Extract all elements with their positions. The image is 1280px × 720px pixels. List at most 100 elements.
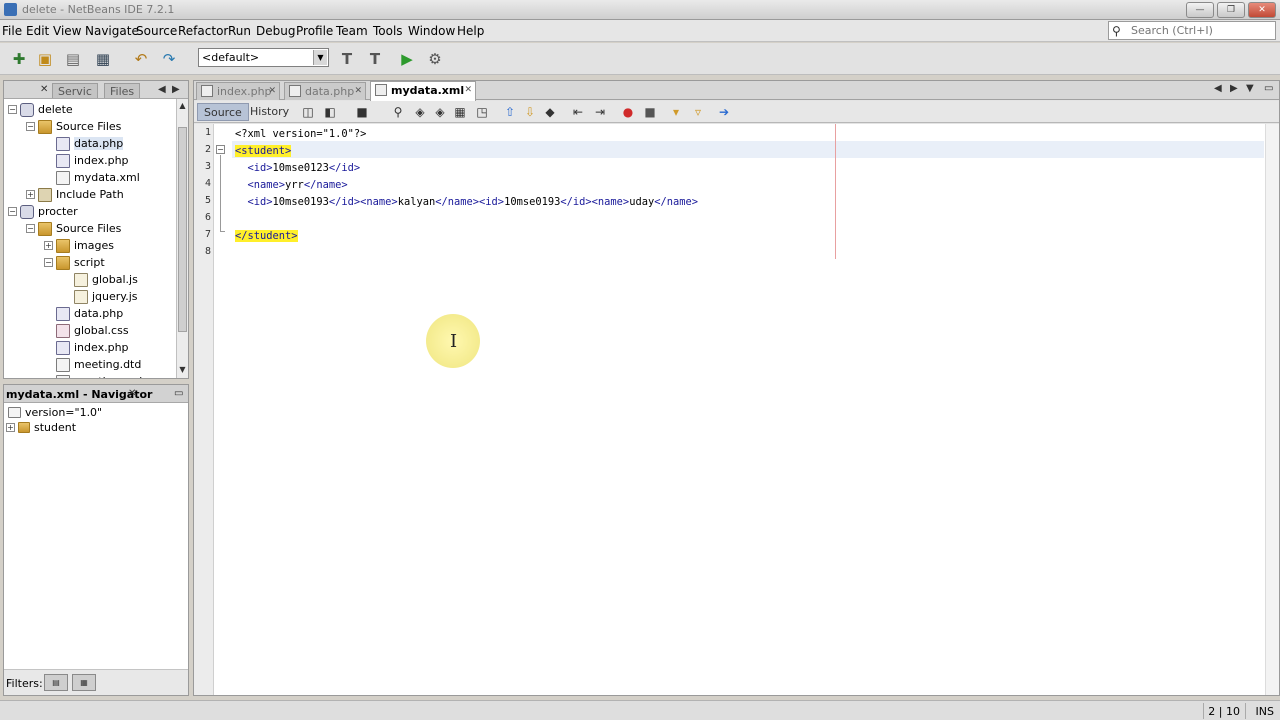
run-project-icon[interactable]: ▶ bbox=[396, 48, 418, 70]
stop-macro-recording-icon[interactable]: ■ bbox=[642, 104, 658, 120]
collapse-icon[interactable]: − bbox=[44, 258, 53, 267]
redo-icon[interactable]: ↷ bbox=[158, 48, 180, 70]
tree-item[interactable]: meeting.dtd bbox=[44, 356, 141, 373]
filter-content-icon[interactable]: ▦ bbox=[72, 674, 96, 691]
toggle-bookmark-icon[interactable]: ◆ bbox=[542, 104, 558, 120]
xsl-transformation-icon[interactable]: ➔ bbox=[716, 104, 732, 120]
scroll-thumb[interactable] bbox=[178, 127, 187, 332]
expand-icon[interactable]: + bbox=[44, 241, 53, 250]
close-tab-icon[interactable]: ✕ bbox=[354, 86, 362, 96]
tab-services[interactable]: Servic bbox=[52, 83, 98, 98]
menu-source[interactable]: Source bbox=[136, 24, 177, 38]
menu-view[interactable]: View bbox=[53, 24, 81, 38]
menu-team[interactable]: Team bbox=[336, 24, 368, 38]
minimize-navigator-icon[interactable]: ▭ bbox=[174, 388, 183, 399]
back-icon[interactable]: ◧ bbox=[322, 104, 338, 120]
maximize-button[interactable]: ❐ bbox=[1217, 2, 1245, 18]
undo-icon[interactable]: ↶ bbox=[130, 48, 152, 70]
scroll-tabs-left-icon[interactable]: ◀ bbox=[1214, 83, 1222, 94]
tree-item[interactable]: index.php bbox=[44, 339, 129, 356]
toggle-highlight-icon[interactable]: ▦ bbox=[452, 104, 468, 120]
check-xml-icon[interactable]: ▾ bbox=[668, 104, 684, 120]
menu-debug[interactable]: Debug bbox=[256, 24, 295, 38]
menu-refactor[interactable]: Refactor bbox=[178, 24, 228, 38]
menu-window[interactable]: Window bbox=[408, 24, 455, 38]
tree-item[interactable]: global.js bbox=[62, 271, 138, 288]
fold-collapse-icon[interactable]: − bbox=[216, 145, 225, 154]
menu-run[interactable]: Run bbox=[228, 24, 251, 38]
tree-item[interactable]: + images bbox=[44, 237, 114, 254]
collapse-icon[interactable]: − bbox=[26, 122, 35, 131]
configuration-select[interactable]: <default> ▼ bbox=[198, 48, 329, 67]
close-navigator-icon[interactable]: ✕ bbox=[128, 388, 136, 399]
new-project-icon[interactable]: ▣ bbox=[34, 48, 56, 70]
tree-item[interactable]: − procter bbox=[8, 203, 78, 220]
tree-item[interactable]: index.php bbox=[44, 152, 129, 169]
tree-item[interactable]: − script bbox=[44, 254, 105, 271]
project-tree-scrollbar[interactable]: ▲ ▼ bbox=[176, 99, 188, 378]
close-tab-icon[interactable]: ✕ bbox=[464, 85, 472, 95]
next-bookmark-icon[interactable]: ⇩ bbox=[522, 104, 538, 120]
panel-right-arrow-icon[interactable]: ▶ bbox=[172, 84, 180, 95]
panel-left-arrow-icon[interactable]: ◀ bbox=[158, 84, 166, 95]
collapse-icon[interactable]: − bbox=[8, 207, 17, 216]
tab-files[interactable]: Files bbox=[104, 83, 141, 98]
tree-item[interactable]: − Source Files bbox=[26, 220, 121, 237]
search-input[interactable] bbox=[1131, 23, 1271, 38]
close-panel-icon[interactable]: ✕ bbox=[40, 84, 48, 95]
new-file-icon[interactable]: ✚ bbox=[8, 48, 30, 70]
toggle-rectangular-selection-icon[interactable]: ◳ bbox=[474, 104, 490, 120]
open-project-icon[interactable]: ▤ bbox=[62, 48, 84, 70]
tree-item[interactable]: meeting.xsd bbox=[44, 373, 142, 378]
close-window-button[interactable]: ✕ bbox=[1248, 2, 1276, 18]
show-opened-documents-icon[interactable]: ▼ bbox=[1246, 83, 1254, 94]
tree-item[interactable]: − Source Files bbox=[26, 118, 121, 135]
menu-tools[interactable]: Tools bbox=[373, 24, 403, 38]
find-next-icon[interactable]: ◈ bbox=[432, 104, 448, 120]
build-hammer-icon[interactable]: T bbox=[336, 48, 358, 70]
scroll-tabs-right-icon[interactable]: ▶ bbox=[1230, 83, 1238, 94]
last-edit-icon[interactable]: ◫ bbox=[300, 104, 316, 120]
forward-icon[interactable]: ■ bbox=[354, 104, 370, 120]
menu-file[interactable]: File bbox=[2, 24, 22, 38]
tree-item[interactable]: data.php bbox=[44, 305, 123, 322]
menu-edit[interactable]: Edit bbox=[26, 24, 49, 38]
filter-attributes-icon[interactable]: ▤ bbox=[44, 674, 68, 691]
tree-item[interactable]: + Include Path bbox=[26, 186, 124, 203]
css-file-icon bbox=[56, 323, 70, 338]
previous-bookmark-icon[interactable]: ⇧ bbox=[502, 104, 518, 120]
tree-item[interactable]: mydata.xml bbox=[44, 169, 140, 186]
tab-source[interactable]: Source bbox=[197, 103, 249, 121]
tree-item[interactable]: − delete bbox=[8, 101, 73, 118]
shift-right-icon[interactable]: ⇥ bbox=[592, 104, 608, 120]
save-all-icon[interactable]: ▦ bbox=[92, 48, 114, 70]
find-previous-icon[interactable]: ◈ bbox=[412, 104, 428, 120]
collapse-icon[interactable]: − bbox=[26, 224, 35, 233]
expand-icon[interactable]: + bbox=[6, 423, 15, 432]
clean-build-icon[interactable]: T bbox=[364, 48, 386, 70]
close-tab-icon[interactable]: ✕ bbox=[268, 86, 276, 96]
debug-project-icon[interactable]: ⚙ bbox=[424, 48, 446, 70]
minimize-button[interactable]: — bbox=[1186, 2, 1214, 18]
collapse-icon[interactable]: − bbox=[8, 105, 17, 114]
menu-help[interactable]: Help bbox=[457, 24, 484, 38]
shift-left-icon[interactable]: ⇤ bbox=[570, 104, 586, 120]
tab-mydata-xml[interactable]: mydata.xml ✕ bbox=[370, 81, 476, 101]
scroll-down-icon[interactable]: ▼ bbox=[177, 365, 188, 376]
maximize-editor-icon[interactable]: ▭ bbox=[1264, 83, 1273, 94]
menu-profile[interactable]: Profile bbox=[296, 24, 333, 38]
validate-xml-icon[interactable]: ▿ bbox=[690, 104, 706, 120]
find-selection-icon[interactable]: ⚲ bbox=[390, 104, 406, 120]
tree-item[interactable]: jquery.js bbox=[62, 288, 138, 305]
tab-index-php[interactable]: index.php ✕ bbox=[196, 82, 280, 100]
menu-navigate[interactable]: Navigate bbox=[85, 24, 139, 38]
tree-item[interactable]: global.css bbox=[44, 322, 129, 339]
navigator-item-student[interactable]: + student bbox=[6, 419, 76, 436]
start-macro-recording-icon[interactable]: ● bbox=[620, 104, 636, 120]
tree-item[interactable]: data.php bbox=[44, 135, 124, 152]
tab-history[interactable]: History bbox=[244, 103, 295, 121]
code-editor[interactable]: 1 2 3 4 5 6 7 8 − <?xml version="1.0"?> <student… bbox=[194, 124, 1279, 695]
expand-icon[interactable]: + bbox=[26, 190, 35, 199]
scroll-up-icon[interactable]: ▲ bbox=[177, 101, 188, 112]
tab-data-php[interactable]: data.php ✕ bbox=[284, 82, 366, 100]
